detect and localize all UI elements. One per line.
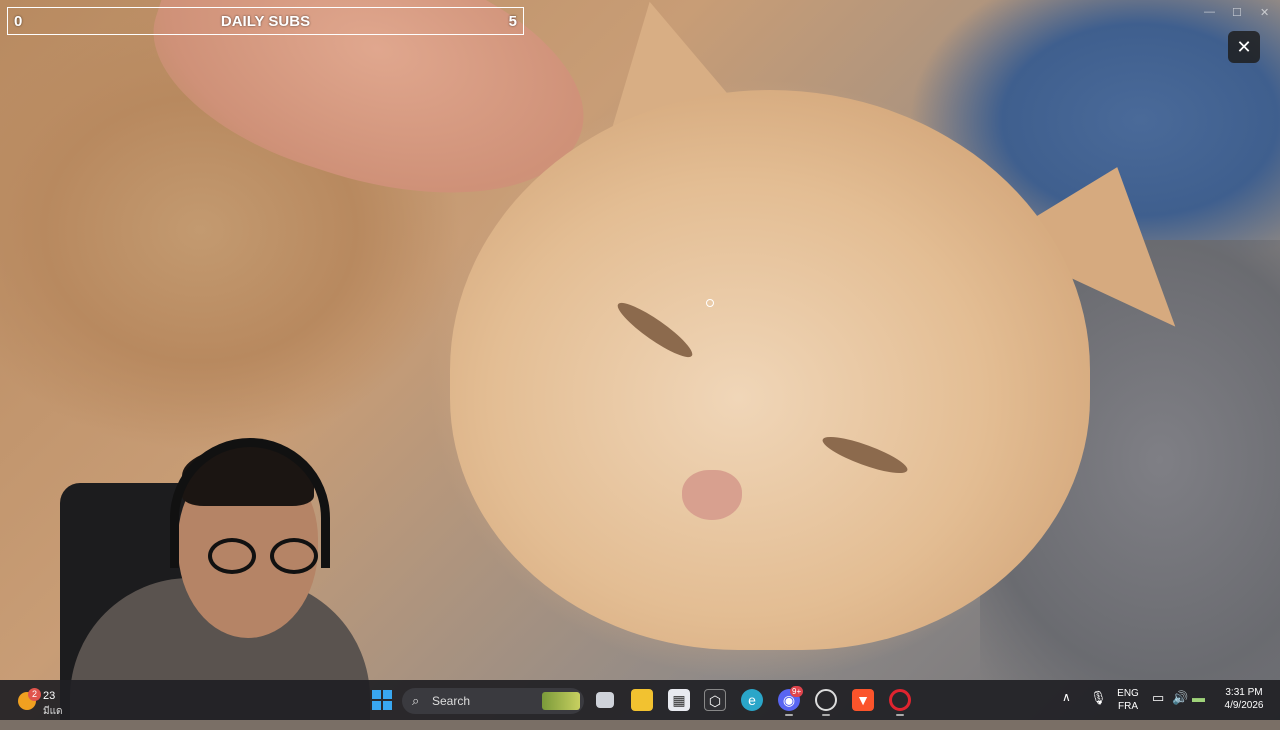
show-hidden-icons[interactable]: ∧: [1062, 690, 1071, 730]
brave-icon[interactable]: ▼: [852, 689, 874, 711]
mouse-cursor: [706, 299, 714, 307]
discord-badge: 9+: [790, 686, 804, 697]
microphone-icon[interactable]: 🎙: [1090, 690, 1107, 730]
clock-time: 3:31 PM: [1225, 687, 1263, 698]
weather-condition: มีแด: [43, 706, 63, 717]
weather-temp: 23: [43, 690, 56, 702]
language-line1: ENG: [1117, 688, 1139, 699]
taskbar-clock[interactable]: 3:31 PM 4/9/2026: [1218, 686, 1270, 712]
subs-goal: 5: [508, 12, 517, 30]
maximize-icon[interactable]: ☐: [1232, 6, 1242, 19]
opera-icon[interactable]: [889, 689, 911, 711]
discord-active-indicator: [785, 714, 793, 716]
close-window-icon[interactable]: ✕: [1260, 6, 1269, 19]
weather-badge: 2: [28, 688, 41, 701]
app-icon[interactable]: ⬡: [704, 689, 726, 711]
opera-active-indicator: [896, 714, 904, 716]
file-explorer-icon[interactable]: [631, 689, 653, 711]
minimize-icon[interactable]: —: [1204, 6, 1215, 18]
store-icon[interactable]: ▦: [668, 689, 690, 711]
glasses: [208, 538, 328, 578]
app-clock-icon[interactable]: [815, 689, 837, 711]
search-label: Search: [432, 694, 471, 708]
language-switcher[interactable]: ENG FRA: [1114, 687, 1142, 727]
subs-title: DAILY SUBS: [220, 12, 311, 30]
task-view-icon[interactable]: [596, 692, 614, 708]
close-button[interactable]: ✕: [1228, 31, 1260, 63]
cat-nose: [682, 470, 742, 520]
app-active-indicator: [822, 714, 830, 716]
monitor-icon[interactable]: ▭: [1152, 690, 1164, 730]
start-button[interactable]: [372, 690, 392, 710]
search-icon: ⌕: [412, 693, 420, 708]
taskbar-search[interactable]: ⌕ Search: [402, 688, 584, 714]
windows-logo-icon: [372, 690, 381, 699]
daily-subs-bar: 0 DAILY SUBS 5: [7, 7, 524, 35]
webcam-feed: [60, 438, 380, 720]
weather-widget[interactable]: 2 23 มีแด: [18, 686, 63, 717]
edge-icon[interactable]: e: [741, 689, 763, 711]
language-line2: FRA: [1118, 701, 1138, 712]
subs-current: 0: [14, 12, 23, 30]
battery-icon[interactable]: ▬: [1192, 690, 1205, 730]
clock-date: 4/9/2026: [1224, 700, 1264, 711]
close-icon: ✕: [1236, 37, 1252, 57]
volume-icon[interactable]: 🔊: [1172, 690, 1188, 730]
cat-face: [450, 90, 1090, 650]
search-highlight-image: [542, 692, 580, 710]
